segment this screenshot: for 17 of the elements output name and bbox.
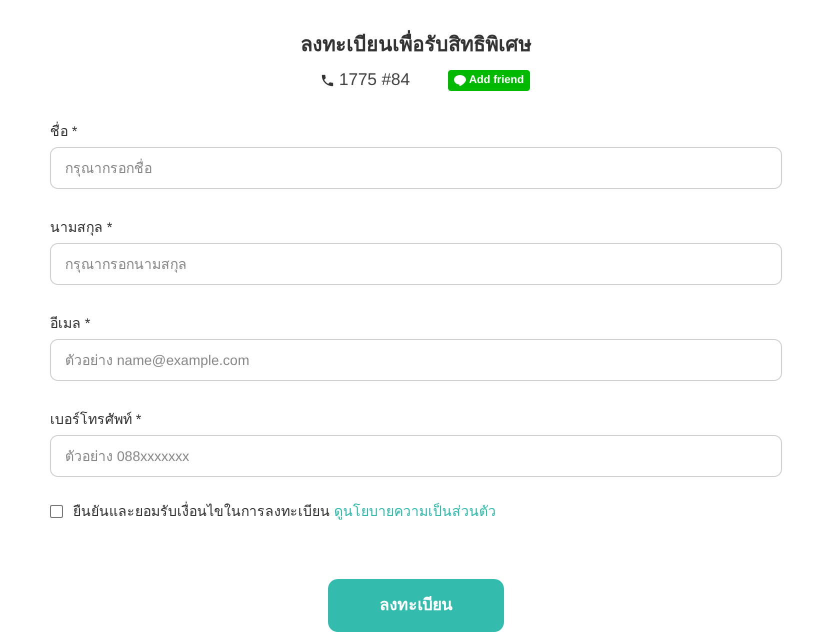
privacy-policy-link[interactable]: ดูนโยบายความเป็นส่วนตัว <box>334 503 496 519</box>
text-input-field[interactable]: กรุณากรอกชื่อ <box>50 147 782 189</box>
add-friend-button[interactable]: Add friend <box>448 70 530 90</box>
phone-icon <box>320 72 336 88</box>
checkbox[interactable] <box>50 504 63 518</box>
text-input-field[interactable]: ตัวอย่าง 088xxxxxxx <box>50 435 782 477</box>
field-label: ชื่อ * <box>50 121 78 141</box>
chat-bubble-icon <box>454 74 466 86</box>
register-button[interactable]: ลงทะเบียน <box>328 579 504 632</box>
text-input-field[interactable]: ตัวอย่าง name@example.com <box>50 339 782 381</box>
consent-text: ยืนยันและยอมรับเงื่อนไขในการลงทะเบียน ดูนโยบายความเป็นส่วนตัว <box>73 501 496 521</box>
page-title: ลงทะเบียนเพื่อรับสิทธิพิเศษ <box>300 30 532 60</box>
field-label: อีเมล * <box>50 314 90 333</box>
field-label: นามสกุล * <box>50 218 112 237</box>
field-label: เบอร์โทรศัพท์ * <box>50 410 142 429</box>
text-input-field[interactable]: กรุณากรอกนามสกุล <box>50 243 782 285</box>
phone-number: 1775 #84 <box>320 69 410 91</box>
